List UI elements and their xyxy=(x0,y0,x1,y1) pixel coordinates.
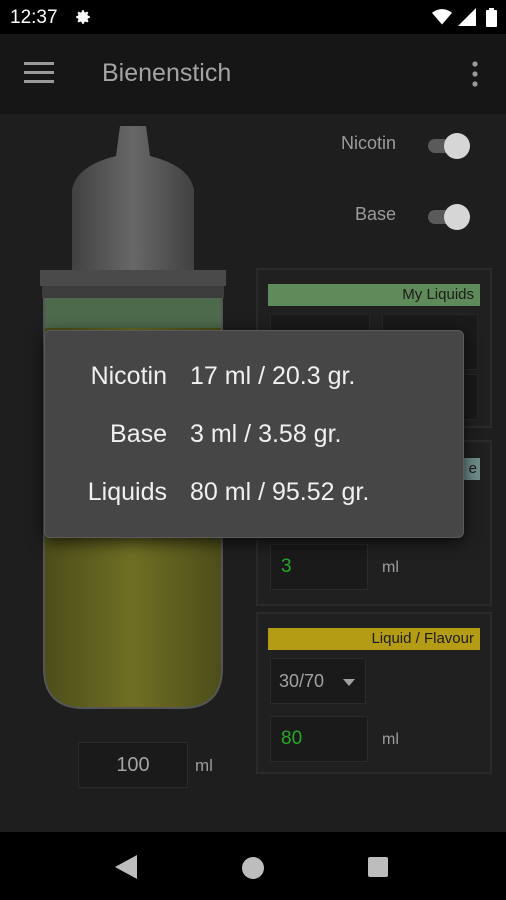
chevron-down-icon xyxy=(343,679,355,686)
app-bar: Bienenstich xyxy=(0,34,506,114)
recent-apps-icon[interactable] xyxy=(368,857,388,877)
base-ml-unit: ml xyxy=(382,559,399,576)
popup-row-base: Base 3 ml / 3.58 gr. xyxy=(45,420,463,454)
popup-label: Base xyxy=(110,420,167,448)
battery-icon xyxy=(486,8,497,27)
page-title: Bienenstich xyxy=(102,59,232,87)
popup-row-liquids: Liquids 80 ml / 95.52 gr. xyxy=(45,478,463,512)
total-volume-input[interactable]: 100 xyxy=(78,742,188,788)
base-switch[interactable] xyxy=(424,203,470,230)
base-toggle-row: Base xyxy=(246,195,506,235)
flavour-header: Liquid / Flavour xyxy=(268,628,480,650)
nicotin-toggle-row: Nicotin xyxy=(246,124,506,164)
popup-label: Nicotin xyxy=(90,362,167,390)
popup-value: 80 ml / 95.52 gr. xyxy=(190,478,370,506)
base-ml-input[interactable]: 3 xyxy=(270,544,368,590)
wifi-icon xyxy=(432,9,452,25)
signal-icon xyxy=(458,8,476,26)
flavour-ml-input[interactable]: 80 xyxy=(270,716,368,762)
status-bar: 12:37 xyxy=(0,0,506,34)
base-toggle-label: Base xyxy=(354,204,396,224)
popup-label: Liquids xyxy=(87,478,167,506)
status-time: 12:37 xyxy=(10,7,58,28)
back-icon[interactable] xyxy=(115,855,137,879)
navigation-bar xyxy=(0,832,506,900)
gear-icon xyxy=(76,10,90,24)
total-volume-unit: ml xyxy=(195,756,213,775)
home-icon[interactable] xyxy=(242,857,264,879)
ratio-select-value: 30/70 xyxy=(279,671,325,691)
flavour-panel: Liquid / Flavour 30/70 80 ml xyxy=(256,612,492,774)
ratio-select[interactable]: 30/70 xyxy=(270,658,366,704)
menu-icon[interactable] xyxy=(24,62,54,84)
popup-value: 17 ml / 20.3 gr. xyxy=(190,362,356,390)
popup-row-nicotin: Nicotin 17 ml / 20.3 gr. xyxy=(45,362,463,396)
more-options-icon[interactable] xyxy=(468,60,482,88)
popup-value: 3 ml / 3.58 gr. xyxy=(190,420,342,448)
my-liquids-header: My Liquids xyxy=(268,284,480,306)
flavour-ml-unit: ml xyxy=(382,731,399,748)
nicotin-switch[interactable] xyxy=(424,132,470,159)
nicotin-toggle-label: Nicotin xyxy=(340,133,396,153)
summary-popup: Nicotin 17 ml / 20.3 gr. Base 3 ml / 3.5… xyxy=(44,330,464,538)
